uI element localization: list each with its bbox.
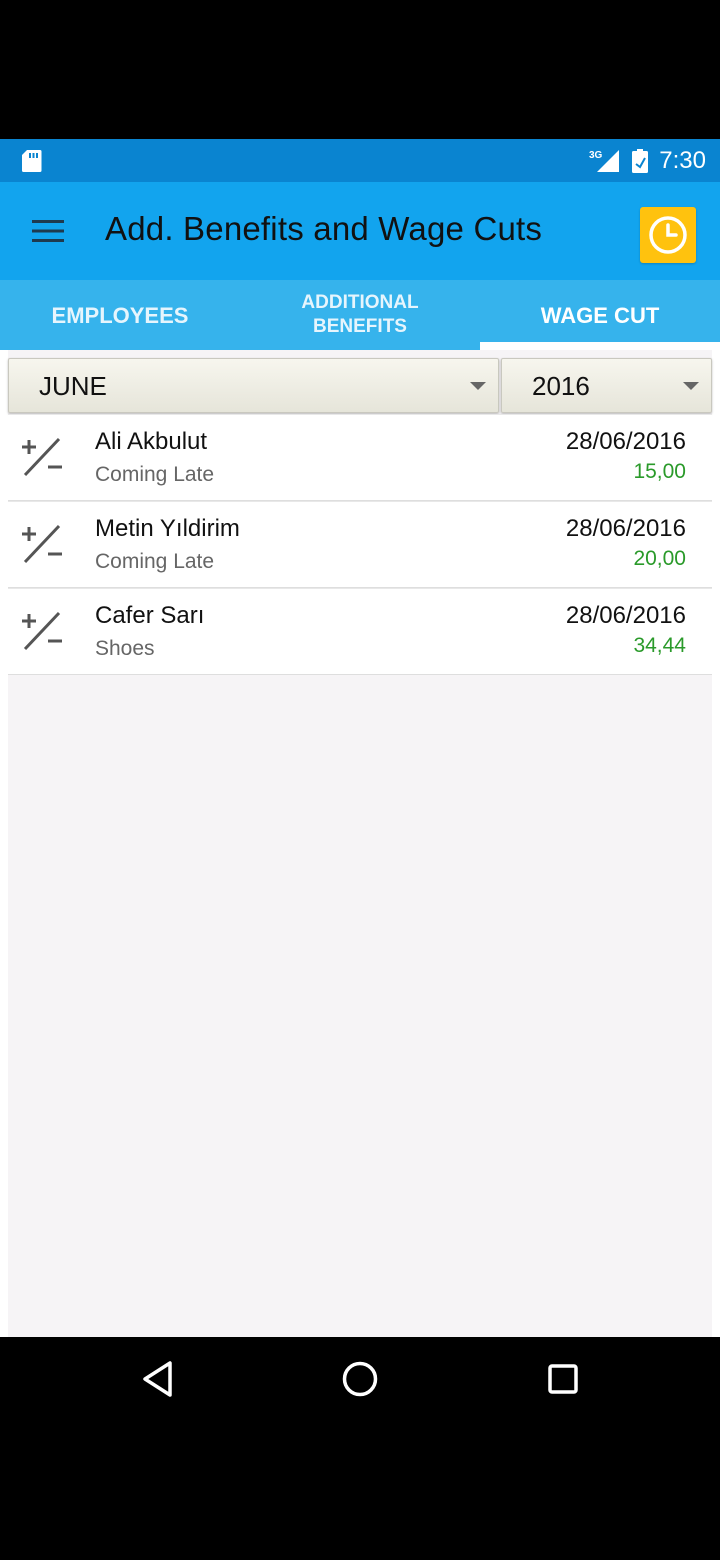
plus-minus-icon [22,437,62,477]
wage-cut-date: 28/06/2016 [565,428,686,455]
back-icon [143,1361,172,1397]
wage-cut-amount: 15,00 [633,460,686,483]
home-button[interactable] [338,1357,382,1401]
tab-additional-benefits-label: ADDITIONAL BENEFITS [301,291,418,339]
employee-name: Ali Akbulut [95,428,208,455]
content-right-edge [712,350,720,1337]
year-value: 2016 [532,371,590,401]
recents-icon [548,1364,578,1394]
wage-cut-reason: Shoes [95,637,155,660]
sd-card-icon [22,150,42,172]
selected-tab-indicator [480,342,720,350]
list-item[interactable]: Metin Yıldirim Coming Late 28/06/2016 20… [8,501,712,588]
wage-cut-list: Ali Akbulut Coming Late 28/06/2016 15,00… [8,414,712,675]
app-bar: Add. Benefits and Wage Cuts [0,182,720,280]
wage-cut-date: 28/06/2016 [565,602,686,629]
battery-icon [632,148,649,173]
tab-bar: EMPLOYEES ADDITIONAL BENEFITS WAGE CUT [0,280,720,350]
plus-minus-icon [22,611,62,651]
year-dropdown[interactable]: 2016 [501,358,712,413]
employee-name: Cafer Sarı [95,602,205,629]
home-icon [342,1361,378,1397]
year-chevron-down-icon [683,382,699,390]
content-left-edge [0,350,8,1337]
top-letterbox [0,0,720,139]
clock-icon [649,216,687,254]
tab-employees-label: EMPLOYEES [51,302,189,328]
wage-cut-reason: Coming Late [95,550,215,573]
signal-icon: 3G [589,149,620,172]
wage-cut-date: 28/06/2016 [565,515,686,542]
month-dropdown[interactable]: JUNE [8,358,499,413]
list-item[interactable]: Ali Akbulut Coming Late 28/06/2016 15,00 [8,414,712,501]
month-value: JUNE [39,371,107,401]
clock-button[interactable] [640,207,696,263]
tab-additional-benefits[interactable]: ADDITIONAL BENEFITS [240,280,480,350]
month-chevron-down-icon [470,382,486,390]
back-button[interactable] [136,1357,180,1401]
status-bar: 3G 7:30 [0,139,720,182]
content-area: JUNE 2016 Ali Akbulut Coming Late 28/06/… [0,350,720,1337]
tab-wage-cut-label: WAGE CUT [540,302,660,328]
page-title: Add. Benefits and Wage Cuts [105,210,543,247]
wage-cut-reason: Coming Late [95,463,215,486]
menu-icon[interactable] [30,218,66,244]
list-item[interactable]: Cafer Sarı Shoes 28/06/2016 34,44 [8,588,712,675]
plus-minus-icon [22,524,62,564]
wage-cut-amount: 34,44 [633,634,686,657]
recents-button[interactable] [541,1357,585,1401]
network-type-label: 3G [589,150,603,161]
tab-additional-benefits-line2: BENEFITS [313,316,407,337]
bottom-letterbox [0,1421,720,1560]
tab-wage-cut[interactable]: WAGE CUT [480,280,720,350]
tab-additional-benefits-line1: ADDITIONAL [301,292,419,313]
status-time: 7:30 [659,146,706,174]
wage-cut-amount: 20,00 [633,547,686,570]
navigation-bar [0,1337,720,1421]
tab-employees[interactable]: EMPLOYEES [0,280,240,350]
employee-name: Metin Yıldirim [95,515,240,542]
